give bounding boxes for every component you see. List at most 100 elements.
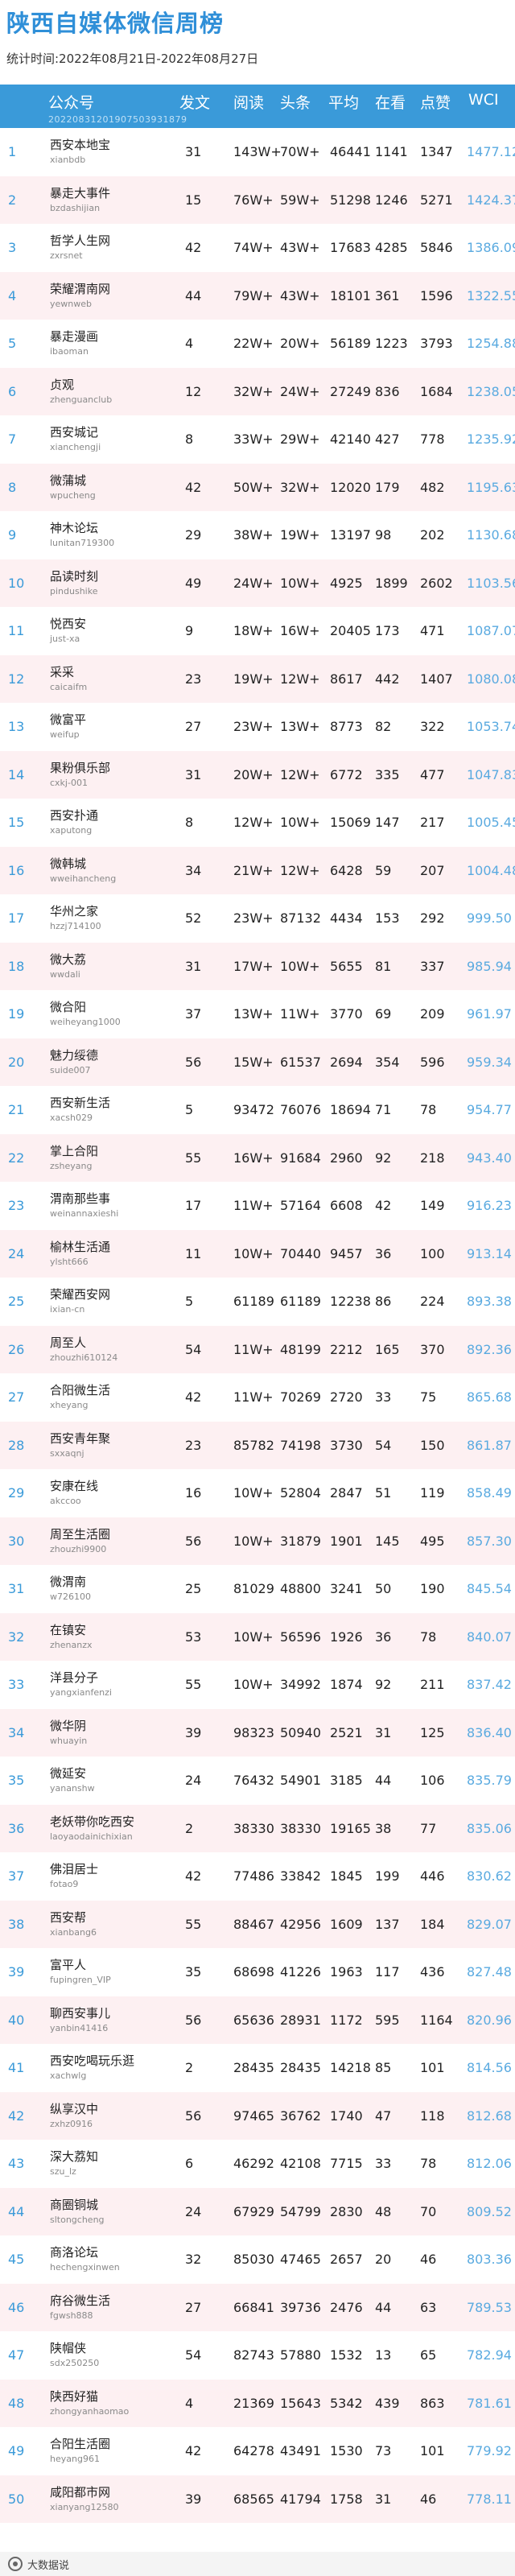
account-id: xaputong bbox=[50, 825, 93, 836]
headline-reads: 56596 bbox=[280, 1629, 321, 1645]
average-reads: 4434 bbox=[330, 910, 363, 926]
account-name: 荣耀西安网 bbox=[50, 1287, 111, 1302]
watching-count: 595 bbox=[375, 2012, 400, 2028]
account-id: ylsht666 bbox=[50, 1256, 89, 1267]
wci-score: 827.48 bbox=[467, 1964, 512, 1979]
account-name: 在镇安 bbox=[50, 1622, 87, 1637]
likes-count: 370 bbox=[420, 1341, 445, 1357]
row-rank: 25 bbox=[8, 1294, 25, 1309]
watching-count: 33 bbox=[375, 2156, 392, 2171]
reads-count: 11W+ bbox=[233, 1341, 274, 1357]
likes-count: 292 bbox=[420, 910, 445, 926]
headline-reads: 11W+ bbox=[280, 1006, 320, 1022]
reads-count: 68698 bbox=[233, 1964, 274, 1979]
likes-count: 5846 bbox=[420, 240, 453, 255]
watching-count: 82 bbox=[375, 719, 392, 734]
likes-count: 778 bbox=[420, 431, 445, 447]
posts-count: 5 bbox=[185, 1102, 194, 1117]
headline-reads: 33842 bbox=[280, 1868, 321, 1884]
account-name: 佛泪居士 bbox=[50, 1862, 99, 1876]
reads-count: 10W+ bbox=[233, 1677, 274, 1692]
watching-count: 54 bbox=[375, 1437, 392, 1453]
reads-count: 13W+ bbox=[233, 1006, 274, 1022]
footer: 大数据说 bbox=[0, 2552, 515, 2576]
posts-count: 55 bbox=[185, 1677, 202, 1692]
wci-score: 803.36 bbox=[467, 2252, 512, 2267]
likes-count: 3793 bbox=[420, 336, 453, 351]
average-reads: 18101 bbox=[330, 287, 371, 303]
table-row: 33 洋县分子 yangxianfenzi 55 10W+ 34992 1874 92 211 8… bbox=[0, 1661, 515, 1709]
wci-score: 779.92 bbox=[467, 2443, 512, 2458]
posts-count: 24 bbox=[185, 1773, 202, 1788]
header-id: 20220831201907503931879 bbox=[48, 114, 187, 125]
table-row: 30 周至生活圈 zhouzhi9900 56 10W+ 31879 1901 145 495 8… bbox=[0, 1517, 515, 1565]
headline-reads: 41226 bbox=[280, 1964, 321, 1979]
account-id: zhenanzx bbox=[50, 1639, 93, 1650]
headline-reads: 57164 bbox=[280, 1198, 321, 1213]
row-rank: 23 bbox=[8, 1198, 25, 1213]
wci-score: 1080.08 bbox=[467, 671, 515, 687]
likes-count: 149 bbox=[420, 1198, 445, 1213]
watching-count: 44 bbox=[375, 2299, 392, 2315]
headline-reads: 19W+ bbox=[280, 527, 320, 543]
reads-count: 76W+ bbox=[233, 192, 274, 208]
reads-count: 38W+ bbox=[233, 527, 274, 543]
likes-count: 78 bbox=[420, 1629, 437, 1645]
account-name: 合阳生活圈 bbox=[50, 2437, 111, 2451]
likes-count: 101 bbox=[420, 2060, 445, 2075]
average-reads: 56189 bbox=[330, 336, 371, 351]
wci-score: 892.36 bbox=[467, 1341, 512, 1357]
row-rank: 6 bbox=[8, 383, 17, 399]
average-reads: 5655 bbox=[330, 958, 363, 974]
posts-count: 27 bbox=[185, 719, 202, 734]
account-name: 洋县分子 bbox=[50, 1670, 99, 1685]
posts-count: 56 bbox=[185, 1054, 202, 1070]
posts-count: 53 bbox=[185, 1629, 202, 1645]
posts-count: 39 bbox=[185, 1724, 202, 1740]
account-id: bzdashijian bbox=[50, 202, 101, 213]
headline-reads: 24W+ bbox=[280, 383, 320, 399]
wci-score: 1005.45 bbox=[467, 815, 515, 830]
watching-count: 50 bbox=[375, 1581, 392, 1596]
account-name: 府谷微生活 bbox=[50, 2293, 111, 2308]
likes-count: 125 bbox=[420, 1724, 445, 1740]
watching-count: 147 bbox=[375, 815, 400, 830]
row-rank: 38 bbox=[8, 1916, 25, 1932]
watching-count: 92 bbox=[375, 1677, 392, 1692]
watching-count: 13 bbox=[375, 2347, 392, 2363]
row-rank: 26 bbox=[8, 1341, 25, 1357]
table-body: 1 西安本地宝 xianbdb 31 143W+ 70W+ 46441 1141 1347 147… bbox=[0, 128, 515, 2523]
watching-count: 71 bbox=[375, 1102, 392, 1117]
watching-count: 179 bbox=[375, 479, 400, 495]
headline-reads: 54901 bbox=[280, 1773, 321, 1788]
average-reads: 1845 bbox=[330, 1868, 363, 1884]
table-row: 44 商圈铜城 sltongcheng 24 67929 54799 2830 48 70 809… bbox=[0, 2187, 515, 2235]
wci-score: 857.30 bbox=[467, 1533, 512, 1549]
table-row: 28 西安青年聚 sxxaqnj 23 85782 74198 3730 54 150 861.8… bbox=[0, 1421, 515, 1469]
watching-count: 145 bbox=[375, 1533, 400, 1549]
account-name: 西安本地宝 bbox=[50, 138, 111, 152]
account-name: 老妖带你吃西安 bbox=[50, 1814, 135, 1829]
likes-count: 322 bbox=[420, 719, 445, 734]
average-reads: 1530 bbox=[330, 2443, 363, 2458]
account-id: zhongyanhaomao bbox=[50, 2405, 130, 2417]
watching-count: 165 bbox=[375, 1341, 400, 1357]
table-row: 2 暴走大事件 bzdashijian 15 76W+ 59W+ 51298 1246 5271… bbox=[0, 175, 515, 224]
account-name: 西安城记 bbox=[50, 425, 99, 440]
account-name: 微富平 bbox=[50, 712, 87, 727]
account-name: 暴走大事件 bbox=[50, 185, 111, 200]
reads-count: 20W+ bbox=[233, 766, 274, 782]
table-row: 45 商洛论坛 hechengxinwen 32 85030 47465 2657 20 46 8… bbox=[0, 2235, 515, 2284]
account-id: suide007 bbox=[50, 1064, 91, 1075]
headline-reads: 91684 bbox=[280, 1150, 321, 1166]
account-id: whuayin bbox=[50, 1735, 88, 1746]
wci-score: 954.77 bbox=[467, 1102, 512, 1117]
average-reads: 1740 bbox=[330, 2107, 363, 2124]
reads-count: 19W+ bbox=[233, 671, 274, 687]
reads-count: 15W+ bbox=[233, 1054, 274, 1070]
headline-reads: 38330 bbox=[280, 1820, 321, 1836]
headline-reads: 16W+ bbox=[280, 623, 320, 638]
account-id: zhenguanclub bbox=[50, 394, 113, 405]
reads-count: 23W+ bbox=[233, 719, 274, 734]
account-name: 陕西好猫 bbox=[50, 2388, 99, 2404]
